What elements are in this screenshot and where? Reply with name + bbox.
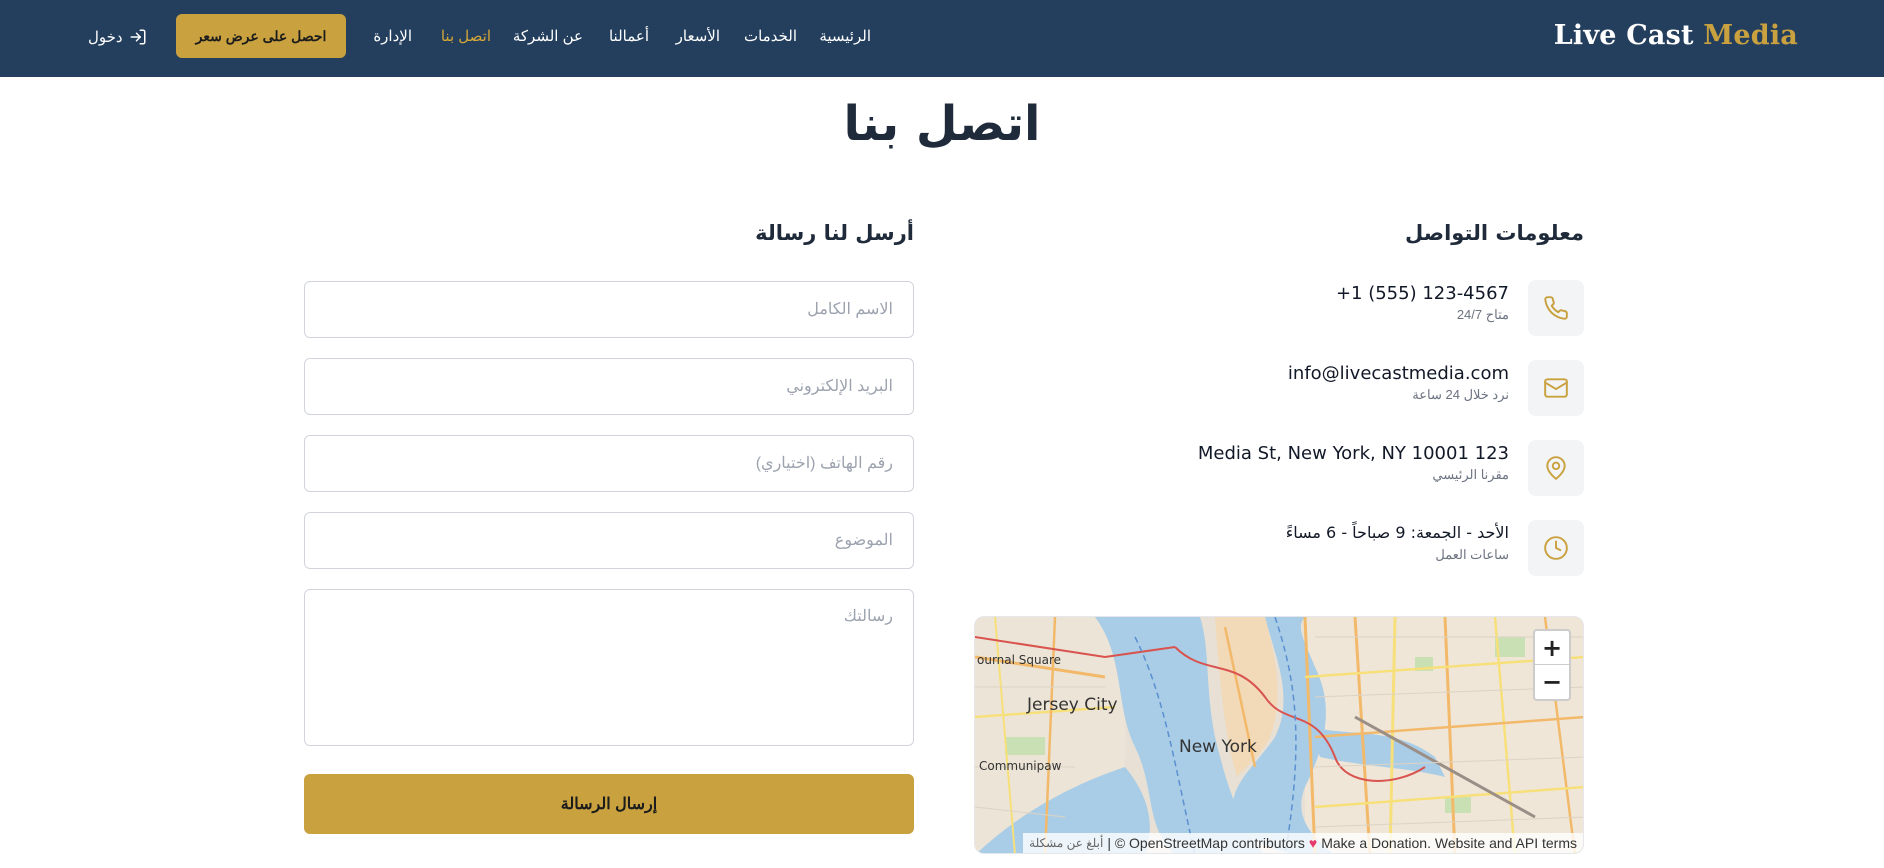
contact-info-heading: معلومات التواصل <box>1405 221 1584 245</box>
top-navbar: Live Cast Media الرئيسية الخدمات الأسعار… <box>0 0 1884 77</box>
mail-icon <box>1544 378 1568 398</box>
get-quote-button[interactable]: احصل على عرض سعر <box>176 14 346 58</box>
nav-link-home[interactable]: الرئيسية <box>819 27 871 45</box>
map-label-communipaw: Communipaw <box>979 759 1062 773</box>
attribution-report-link[interactable]: أبلغ عن مشكلة <box>1029 836 1103 850</box>
attribution-osm[interactable]: | © OpenStreetMap contributors <box>1107 835 1305 851</box>
zoom-out-button[interactable]: − <box>1535 665 1569 699</box>
map-pin-icon-box <box>1528 440 1584 496</box>
email-input[interactable] <box>304 358 914 415</box>
page-title: اتصل بنا <box>843 96 1041 152</box>
subject-input[interactable] <box>304 512 914 569</box>
email-address[interactable]: info@livecastmedia.com <box>1288 363 1509 384</box>
contact-item-address: 123 Media St, New York, NY 10001 مقرنا ا… <box>1024 440 1584 498</box>
phone-input[interactable] <box>304 435 914 492</box>
contact-item-email: info@livecastmedia.com نرد خلال 24 ساعة <box>1024 360 1584 418</box>
login-link[interactable]: دخول <box>88 25 147 49</box>
attribution-donation[interactable]: Make a Donation. Website and API terms <box>1321 835 1577 851</box>
working-hours: الأحد - الجمعة: 9 صباحاً - 6 مساءً <box>1285 523 1509 542</box>
heart-icon: ♥ <box>1308 835 1318 851</box>
form-heading: أرسل لنا رسالة <box>755 221 914 245</box>
nav-link-contact[interactable]: اتصل بنا <box>441 27 491 45</box>
phone-icon <box>1544 296 1568 320</box>
map-label-jersey-city: Jersey City <box>1027 695 1118 715</box>
office-label: مقرنا الرئيسي <box>1432 467 1509 482</box>
nav-link-services[interactable]: الخدمات <box>744 27 797 45</box>
phone-availability: متاح 24/7 <box>1456 307 1509 322</box>
map-label-new-york: New York <box>1179 737 1257 757</box>
mail-icon-box <box>1528 360 1584 416</box>
phone-number[interactable]: +1 (555) 123-4567 <box>1336 283 1509 304</box>
map-attribution: أبلغ عن مشكلة | © OpenStreetMap contribu… <box>1023 833 1583 853</box>
phone-icon-box <box>1528 280 1584 336</box>
clock-icon <box>1544 536 1568 560</box>
email-response-time: نرد خلال 24 ساعة <box>1412 387 1509 402</box>
full-name-input[interactable] <box>304 281 914 338</box>
clock-icon-box <box>1528 520 1584 576</box>
working-hours-label: ساعات العمل <box>1435 547 1509 562</box>
contact-item-phone: +1 (555) 123-4567 متاح 24/7 <box>1024 280 1584 338</box>
map-label-journal-square: ournal Square <box>977 653 1062 667</box>
login-label: دخول <box>88 29 123 46</box>
message-textarea[interactable] <box>304 589 914 746</box>
office-address: 123 Media St, New York, NY 10001 <box>1197 443 1509 464</box>
send-message-button[interactable]: إرسال الرسالة <box>304 774 914 834</box>
map-zoom-control: + − <box>1533 629 1571 701</box>
map-tiles <box>975 617 1583 853</box>
nav-link-pricing[interactable]: الأسعار <box>676 27 720 45</box>
contact-item-hours: الأحد - الجمعة: 9 صباحاً - 6 مساءً ساعات… <box>1024 520 1584 578</box>
nav-link-portfolio[interactable]: أعمالنا <box>609 27 649 45</box>
map-pin-icon <box>1546 456 1566 480</box>
nav-link-about[interactable]: عن الشركة <box>513 27 583 45</box>
nav-link-admin[interactable]: الإدارة <box>373 27 412 45</box>
login-icon <box>130 29 146 45</box>
location-map[interactable]: ournal Square Jersey City New York Commu… <box>974 616 1584 854</box>
zoom-in-button[interactable]: + <box>1535 631 1569 665</box>
